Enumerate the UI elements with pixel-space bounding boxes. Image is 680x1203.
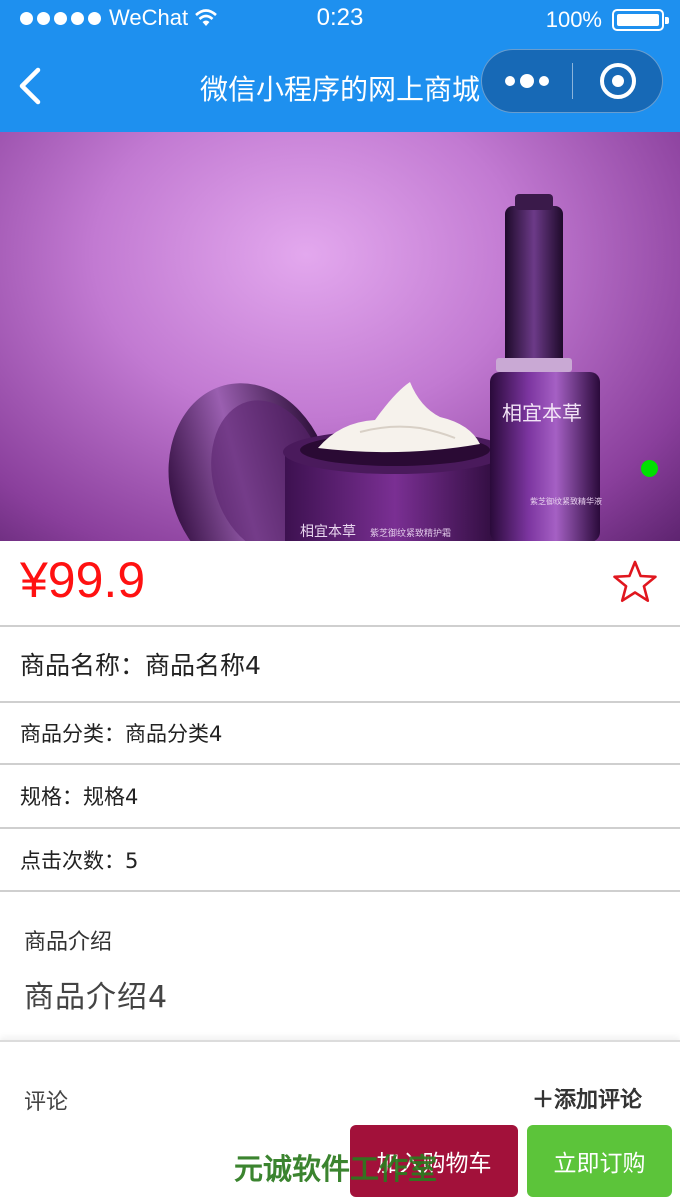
intro-label: 商品介绍 [24, 930, 113, 955]
buy-now-button[interactable]: 立即订购 [527, 1125, 672, 1197]
favorite-star-icon[interactable] [612, 559, 658, 605]
status-bar: WeChat 0:23 100% [0, 0, 680, 40]
product-click-count: 点击次数：5 [0, 829, 680, 892]
product-category: 商品分类：商品分类4 [0, 703, 680, 765]
miniprogram-capsule [481, 49, 663, 113]
carousel-indicator[interactable] [641, 460, 658, 477]
product-spec: 规格：规格4 [0, 765, 680, 829]
page-title: 微信小程序的网上商城 [200, 73, 481, 106]
close-miniprogram-icon[interactable] [573, 63, 662, 99]
jar-label: 紫芝御纹紧致精护霜 [370, 527, 451, 539]
battery-percent: 100% [545, 7, 602, 32]
add-comment-button[interactable]: ＋添加评论 [532, 1082, 642, 1114]
battery-status: 100% [545, 7, 669, 33]
intro-text: 商品介绍4 [24, 980, 169, 1015]
bottle-label: 紫芝御纹紧致精华液 [530, 496, 602, 506]
product-image-carousel[interactable]: 相宜本草 紫芝御纹紧致精华液 相宜本草 紫芝御纹紧致精护霜 [0, 132, 680, 541]
more-options-icon[interactable] [482, 50, 572, 112]
battery-icon [612, 9, 669, 31]
product-price: ¥99.9 [20, 552, 146, 608]
brand-logo-bottle: 相宜本草 [502, 401, 582, 425]
brand-logo-jar: 相宜本草 [300, 524, 356, 540]
comment-label: 评论 [24, 1090, 69, 1115]
back-arrow-icon[interactable] [14, 64, 54, 108]
product-name: 商品名称：商品名称4 [0, 627, 680, 703]
product-photo: 相宜本草 紫芝御纹紧致精华液 相宜本草 紫芝御纹紧致精护霜 [168, 194, 602, 541]
price-row: ¥99.9 [0, 541, 680, 627]
nav-bar: 微信小程序的网上商城 [0, 40, 680, 132]
watermark: 元诚软件工作室 [234, 1152, 438, 1186]
